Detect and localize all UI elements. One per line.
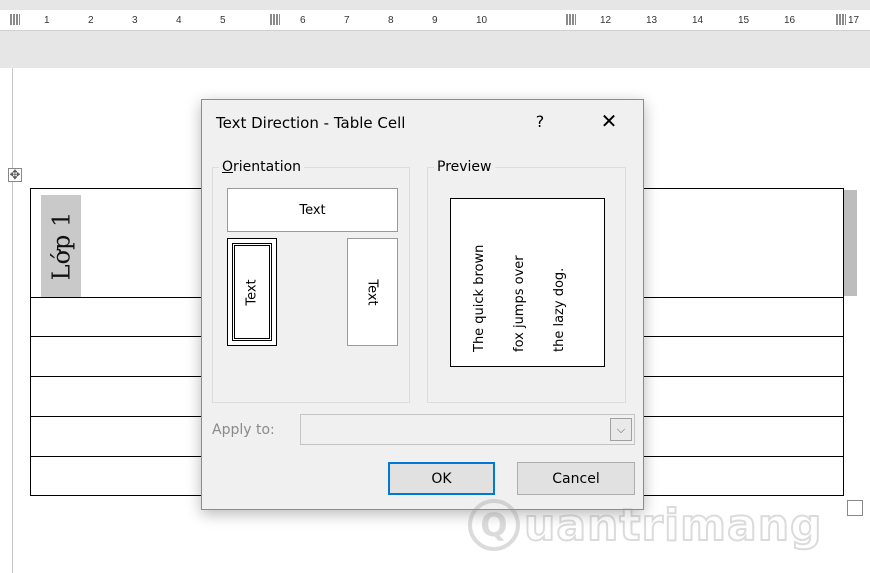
- preview-group: Preview The quick brown fox jumps over t…: [427, 159, 626, 403]
- ruler-tick: 7: [344, 15, 350, 26]
- ruler-tick: 2: [88, 15, 94, 26]
- chevron-down-icon[interactable]: ⌵: [610, 418, 632, 441]
- ruler-column-marker[interactable]: [270, 14, 280, 25]
- ruler-tick: 1: [44, 15, 50, 26]
- ruler-tick: 15: [738, 15, 750, 26]
- ruler-tick: 13: [646, 15, 658, 26]
- ruler-tick: 16: [784, 15, 796, 26]
- ruler-tick: 4: [176, 15, 182, 26]
- preview-box: The quick brown fox jumps over the lazy …: [450, 198, 605, 367]
- close-button[interactable]: ✕: [597, 109, 621, 133]
- ruler-column-marker[interactable]: [566, 14, 576, 25]
- preview-label: Preview: [434, 159, 495, 175]
- help-button[interactable]: ?: [528, 110, 552, 134]
- ruler-tick: 3: [132, 15, 138, 26]
- cell-text: Lớp 1: [47, 211, 75, 281]
- orientation-rotate-up-option[interactable]: Text: [227, 238, 277, 346]
- ruler-tick: 10: [476, 15, 488, 26]
- horizontal-ruler[interactable]: 1 2 3 4 5 6 7 8 9 10 12 13 14 15 16 17: [0, 10, 870, 31]
- orientation-rotate-down-option[interactable]: Text: [347, 238, 398, 346]
- preview-line: The quick brown: [472, 244, 487, 352]
- orientation-horizontal-option[interactable]: Text: [227, 188, 398, 232]
- ruler-tick: 9: [432, 15, 438, 26]
- ruler-tick: 14: [692, 15, 704, 26]
- ruler-tick: 12: [600, 15, 612, 26]
- text-direction-dialog: Text Direction - Table Cell ? ✕ Orientat…: [201, 99, 644, 510]
- ruler-column-marker[interactable]: [10, 14, 20, 25]
- table-move-handle-icon[interactable]: ✥: [8, 168, 22, 183]
- ruler-tick: 6: [300, 15, 306, 26]
- ok-button[interactable]: OK: [388, 462, 495, 495]
- page-edge: [12, 68, 13, 573]
- table-resize-handle[interactable]: [847, 500, 863, 516]
- orientation-label: Orientation: [219, 159, 305, 175]
- ruler-tick: 17: [848, 15, 860, 26]
- option-text: Text: [244, 278, 260, 306]
- table-cell[interactable]: Lớp 1: [41, 195, 81, 297]
- orientation-group: Orientation Text Text Text: [212, 159, 410, 403]
- dialog-title: Text Direction - Table Cell: [216, 114, 406, 132]
- ruler-tick: 8: [388, 15, 394, 26]
- ruler-tick: 5: [220, 15, 226, 26]
- apply-to-select[interactable]: ⌵: [300, 414, 635, 445]
- ruler-column-marker[interactable]: [836, 14, 846, 25]
- row-selection-bar: [844, 190, 857, 296]
- preview-line: fox jumps over: [512, 255, 527, 352]
- apply-to-label: Apply to:: [212, 422, 275, 438]
- cancel-button[interactable]: Cancel: [517, 462, 635, 495]
- option-text: Text: [364, 278, 380, 306]
- preview-line: the lazy dog.: [552, 267, 567, 352]
- ruler-area: 1 2 3 4 5 6 7 8 9 10 12 13 14 15 16 17: [0, 0, 870, 68]
- option-text: Text: [299, 202, 326, 218]
